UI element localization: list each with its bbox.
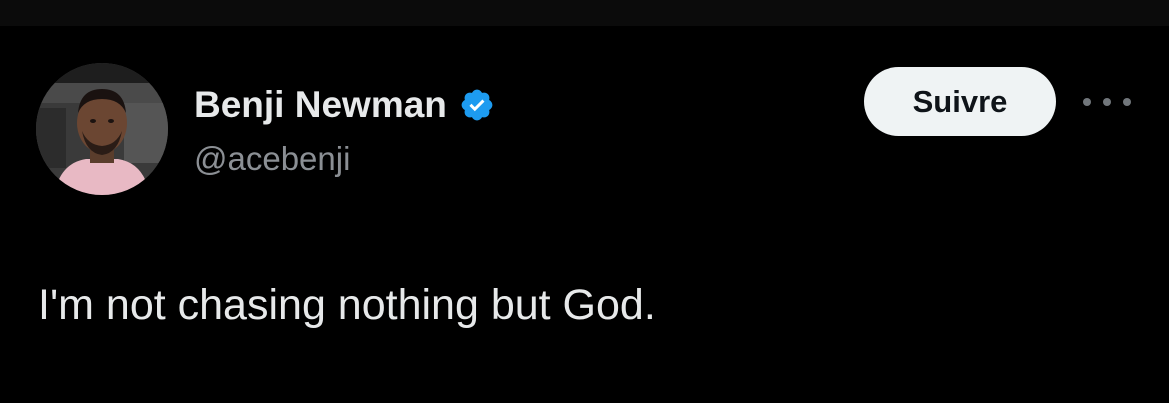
verified-badge-icon[interactable] [459, 87, 495, 123]
author-display-name[interactable]: Benji Newman [194, 82, 447, 128]
more-dot [1123, 98, 1131, 106]
more-dot [1103, 98, 1111, 106]
follow-button[interactable]: Suivre [864, 67, 1056, 136]
top-divider [0, 0, 1169, 26]
more-dot [1083, 98, 1091, 106]
author-name-row: Benji Newman [194, 82, 495, 128]
more-horizontal-icon[interactable] [1083, 92, 1131, 112]
author-handle[interactable]: @acebenji [194, 138, 350, 180]
tweet-text: I'm not chasing nothing but God. [38, 281, 656, 329]
avatar[interactable] [36, 63, 168, 195]
tweet[interactable]: Benji Newman @acebenji Suivre I'm not ch… [0, 26, 1169, 403]
